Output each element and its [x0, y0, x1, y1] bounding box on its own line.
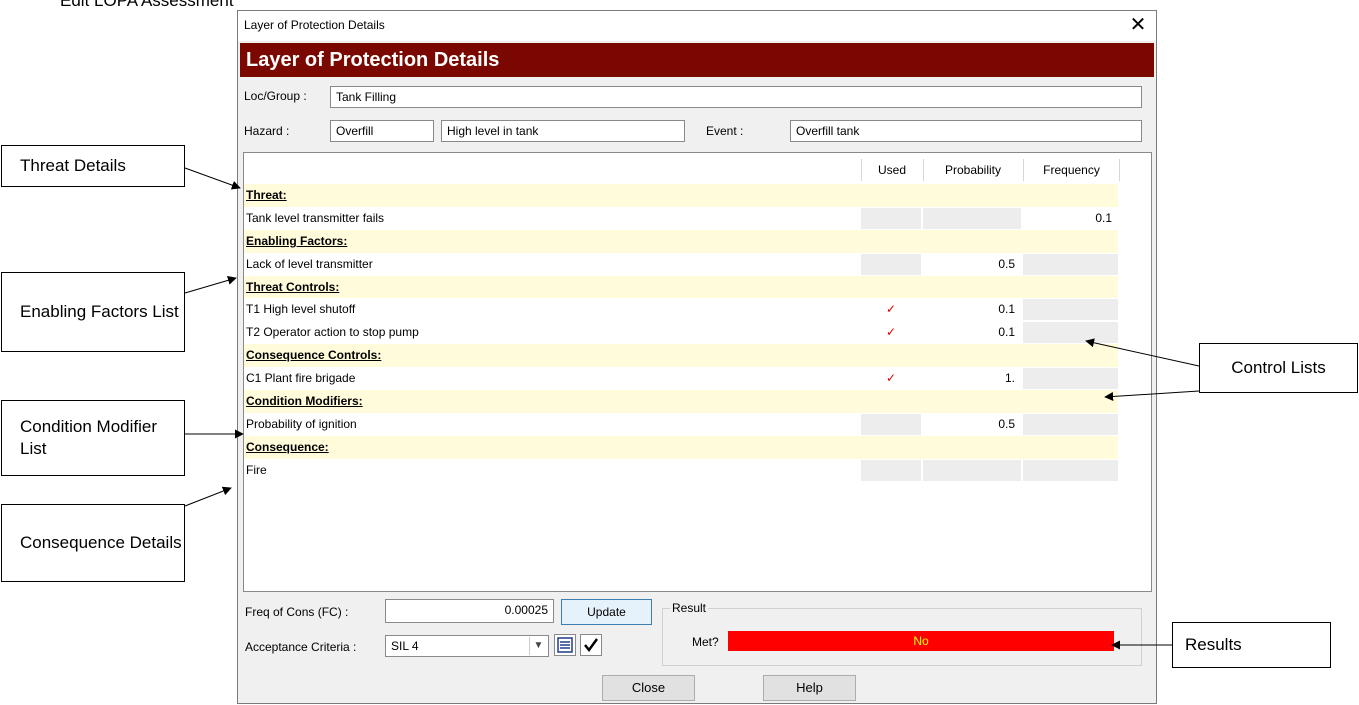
arrow-consequence	[184, 486, 232, 507]
table-row[interactable]: Probability of ignition 0.5	[244, 413, 1151, 436]
hazard-description-field[interactable]: High level in tank	[441, 120, 685, 142]
arrow-enabling	[184, 275, 237, 294]
frequency-cell[interactable]	[1023, 459, 1118, 481]
dialog-footer: Close Help	[238, 675, 1156, 705]
hazard-label: Hazard :	[244, 124, 290, 138]
used-check-cell[interactable]	[861, 207, 921, 229]
used-check-cell[interactable]	[861, 253, 921, 275]
frequency-cell[interactable]	[1023, 413, 1118, 435]
window-titlebar: Layer of Protection Details ✕	[238, 11, 1156, 41]
freq-of-cons-field[interactable]: 0.00025	[385, 599, 554, 623]
used-check-cell[interactable]: ✓	[861, 299, 921, 320]
table-row[interactable]: C1 Plant fire brigade ✓ 1.	[244, 367, 1151, 390]
loc-group-label: Loc/Group :	[244, 89, 307, 103]
grid-header: Used Probability Frequency	[244, 159, 1151, 181]
callout-control-lists: Control Lists	[1199, 343, 1358, 393]
row-name: Tank level transmitter fails	[246, 210, 385, 225]
acceptance-criteria-label: Acceptance Criteria :	[245, 640, 357, 654]
hazard-code-field[interactable]: Overfill	[330, 120, 434, 142]
section-row[interactable]: Threat Controls:	[244, 275, 1118, 299]
section-row[interactable]: Threat:	[244, 184, 1118, 207]
frequency-cell[interactable]	[1023, 322, 1118, 344]
arrow-threat	[184, 167, 241, 190]
section-row[interactable]: Condition Modifiers:	[244, 390, 1118, 413]
row-name: Probability of ignition	[246, 416, 357, 431]
update-button[interactable]: Update	[561, 599, 652, 625]
section-heading: Condition Modifiers:	[246, 394, 363, 409]
help-button[interactable]: Help	[763, 675, 856, 701]
probability-cell[interactable]	[923, 207, 1021, 229]
probability-cell[interactable]: 0.1	[923, 299, 1021, 320]
section-row[interactable]: Consequence:	[244, 435, 1118, 459]
lopa-details-dialog: Layer of Protection Details ✕ Layer of P…	[237, 10, 1157, 704]
acceptance-criteria-select[interactable]: SIL 4 ▼	[385, 635, 549, 657]
grid-rows: Threat: Tank level transmitter fails 0.1 En…	[244, 184, 1151, 482]
callout-results: Results	[1172, 622, 1331, 668]
acceptance-criteria-value: SIL 4	[391, 639, 419, 653]
section-heading: Enabling Factors:	[246, 233, 348, 248]
row-name: T1 High level shutoff	[246, 302, 356, 317]
table-row[interactable]: Tank level transmitter fails 0.1	[244, 207, 1151, 230]
probability-cell[interactable]	[923, 459, 1021, 481]
met-status-bar: No	[728, 631, 1114, 651]
loc-group-field[interactable]: Tank Filling	[330, 86, 1142, 108]
column-header-used[interactable]: Used	[861, 159, 922, 181]
dialog-banner: Layer of Protection Details	[240, 43, 1154, 77]
callout-consequence-details: Consequence Details	[1, 504, 185, 582]
met-label: Met?	[692, 635, 719, 649]
table-row[interactable]: T2 Operator action to stop pump ✓ 0.1	[244, 321, 1151, 344]
row-name: Lack of level transmitter	[246, 256, 373, 271]
result-legend: Result	[670, 601, 709, 615]
probability-cell[interactable]: 0.5	[923, 414, 1021, 435]
table-row[interactable]: T1 High level shutoff ✓ 0.1	[244, 298, 1151, 321]
close-icon[interactable]: ✕	[1124, 13, 1152, 37]
window-title: Layer of Protection Details	[244, 18, 385, 32]
used-check-cell[interactable]: ✓	[861, 368, 921, 389]
section-heading: Threat Controls:	[246, 279, 340, 294]
frequency-cell[interactable]	[1023, 299, 1118, 321]
frequency-cell[interactable]	[1023, 368, 1118, 390]
lopa-grid: Used Probability Frequency Threat: Tank l…	[243, 152, 1152, 592]
apply-check-icon[interactable]	[580, 634, 602, 656]
used-check-cell[interactable]: ✓	[861, 322, 921, 343]
section-heading: Threat:	[246, 188, 287, 202]
row-name: C1 Plant fire brigade	[246, 371, 356, 386]
background-window-title: Edit LOPA Assessment	[60, 0, 234, 10]
probability-cell[interactable]: 0.5	[923, 254, 1021, 275]
criteria-list-icon[interactable]	[554, 634, 576, 656]
section-heading: Consequence:	[246, 439, 329, 454]
column-header-probability[interactable]: Probability	[923, 159, 1022, 181]
probability-cell[interactable]: 0.1	[923, 322, 1021, 343]
probability-cell[interactable]: 1.	[923, 368, 1021, 389]
event-field[interactable]: Overfill tank	[790, 120, 1142, 142]
column-header-frequency[interactable]: Frequency	[1023, 159, 1120, 181]
table-row[interactable]: Fire	[244, 459, 1151, 482]
close-button[interactable]: Close	[602, 675, 695, 701]
freq-of-cons-label: Freq of Cons (FC) :	[245, 605, 349, 619]
callout-enabling-factors: Enabling Factors List	[1, 272, 185, 352]
event-label: Event :	[706, 124, 744, 138]
callout-condition-modifier: Condition Modifier List	[1, 400, 185, 476]
used-check-cell[interactable]	[861, 413, 921, 435]
callout-threat-details: Threat Details	[1, 145, 185, 187]
row-name: Fire	[246, 462, 267, 477]
frequency-cell[interactable]: 0.1	[1023, 208, 1118, 229]
section-heading: Consequence Controls:	[246, 348, 382, 363]
used-check-cell[interactable]	[861, 459, 921, 481]
section-row[interactable]: Enabling Factors:	[244, 229, 1118, 253]
table-row[interactable]: Lack of level transmitter 0.5	[244, 253, 1151, 276]
row-name: T2 Operator action to stop pump	[246, 325, 419, 340]
frequency-cell[interactable]	[1023, 253, 1118, 275]
section-row[interactable]: Consequence Controls:	[244, 344, 1118, 368]
chevron-down-icon[interactable]: ▼	[529, 637, 547, 655]
